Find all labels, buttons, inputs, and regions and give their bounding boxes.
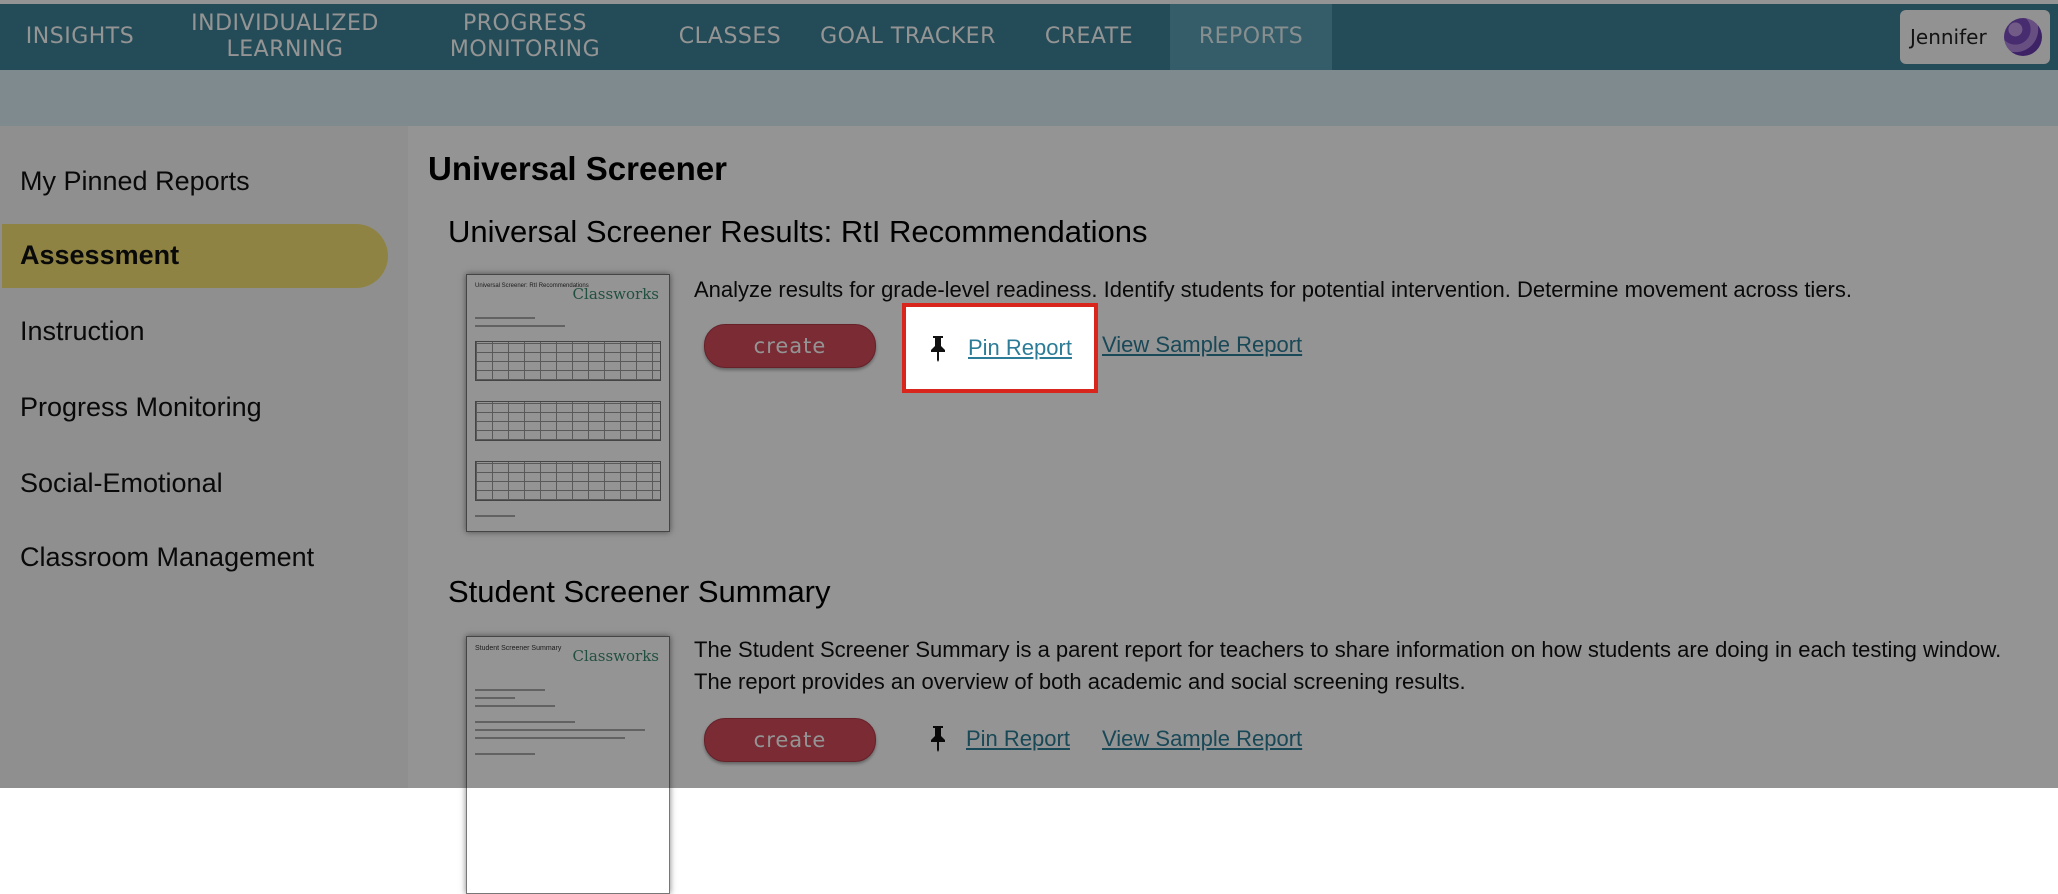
top-nav: INSIGHTS INDIVIDUALIZED LEARNING PROGRES…: [0, 0, 2058, 70]
sidebar-item-my-pinned-reports[interactable]: My Pinned Reports: [20, 166, 250, 197]
main-content: Universal Screener Universal Screener Re…: [408, 126, 2058, 894]
report-thumbnail-student-screener[interactable]: Student Screener Summary Classworks: [466, 636, 670, 894]
thumbnail-logo: Classworks: [572, 647, 659, 665]
nav-create[interactable]: CREATE: [1026, 4, 1152, 70]
pin-icon: [931, 726, 945, 752]
avatar: [2004, 18, 2042, 56]
report-description-rti: Analyze results for grade-level readines…: [694, 277, 1852, 302]
thumbnail-title: Student Screener Summary: [475, 645, 562, 652]
thumbnail-logo: Classworks: [572, 285, 659, 303]
user-menu[interactable]: Jennifer: [1900, 10, 2050, 64]
sidebar-item-assessment[interactable]: Assessment: [20, 240, 179, 271]
create-button-rti[interactable]: create: [704, 324, 876, 368]
highlighted-pin-report[interactable]: Pin Report: [902, 303, 1098, 393]
report-description-student-screener: The Student Screener Summary is a parent…: [694, 637, 2002, 694]
user-name: Jennifer: [1910, 25, 1987, 49]
sidebar-item-progress-monitoring[interactable]: Progress Monitoring: [20, 392, 262, 423]
nav-insights[interactable]: INSIGHTS: [6, 4, 154, 70]
create-button-student-screener[interactable]: create: [704, 718, 876, 762]
view-sample-report-link-rti[interactable]: View Sample Report: [1102, 332, 1302, 358]
nav-goal-tracker[interactable]: GOAL TRACKER: [808, 4, 1008, 70]
page-title: Universal Screener: [428, 150, 728, 187]
report-thumbnail-rti[interactable]: Universal Screener: RtI Recommendations …: [466, 274, 670, 532]
sidebar: My Pinned Reports Assessment Instruction…: [0, 126, 408, 788]
view-sample-report-link-student-screener[interactable]: View Sample Report: [1102, 726, 1302, 752]
sub-toolbar: [0, 70, 2058, 126]
report-title-rti: Universal Screener Results: RtI Recommen…: [448, 214, 1148, 249]
pin-icon: [931, 336, 945, 362]
report-title-student-screener: Student Screener Summary: [448, 574, 831, 609]
nav-progress-monitoring[interactable]: PROGRESS MONITORING: [430, 4, 620, 70]
nav-individualized-learning[interactable]: INDIVIDUALIZED LEARNING: [170, 4, 400, 70]
sidebar-item-instruction[interactable]: Instruction: [20, 316, 145, 347]
sidebar-item-classroom-management[interactable]: Classroom Management: [20, 542, 314, 573]
pin-report-link-student-screener[interactable]: Pin Report: [966, 726, 1070, 752]
pin-report-link-rti[interactable]: Pin Report: [968, 335, 1072, 361]
sidebar-item-social-emotional[interactable]: Social-Emotional: [20, 468, 223, 499]
nav-classes[interactable]: CLASSES: [662, 4, 798, 70]
nav-reports[interactable]: REPORTS: [1170, 4, 1332, 70]
